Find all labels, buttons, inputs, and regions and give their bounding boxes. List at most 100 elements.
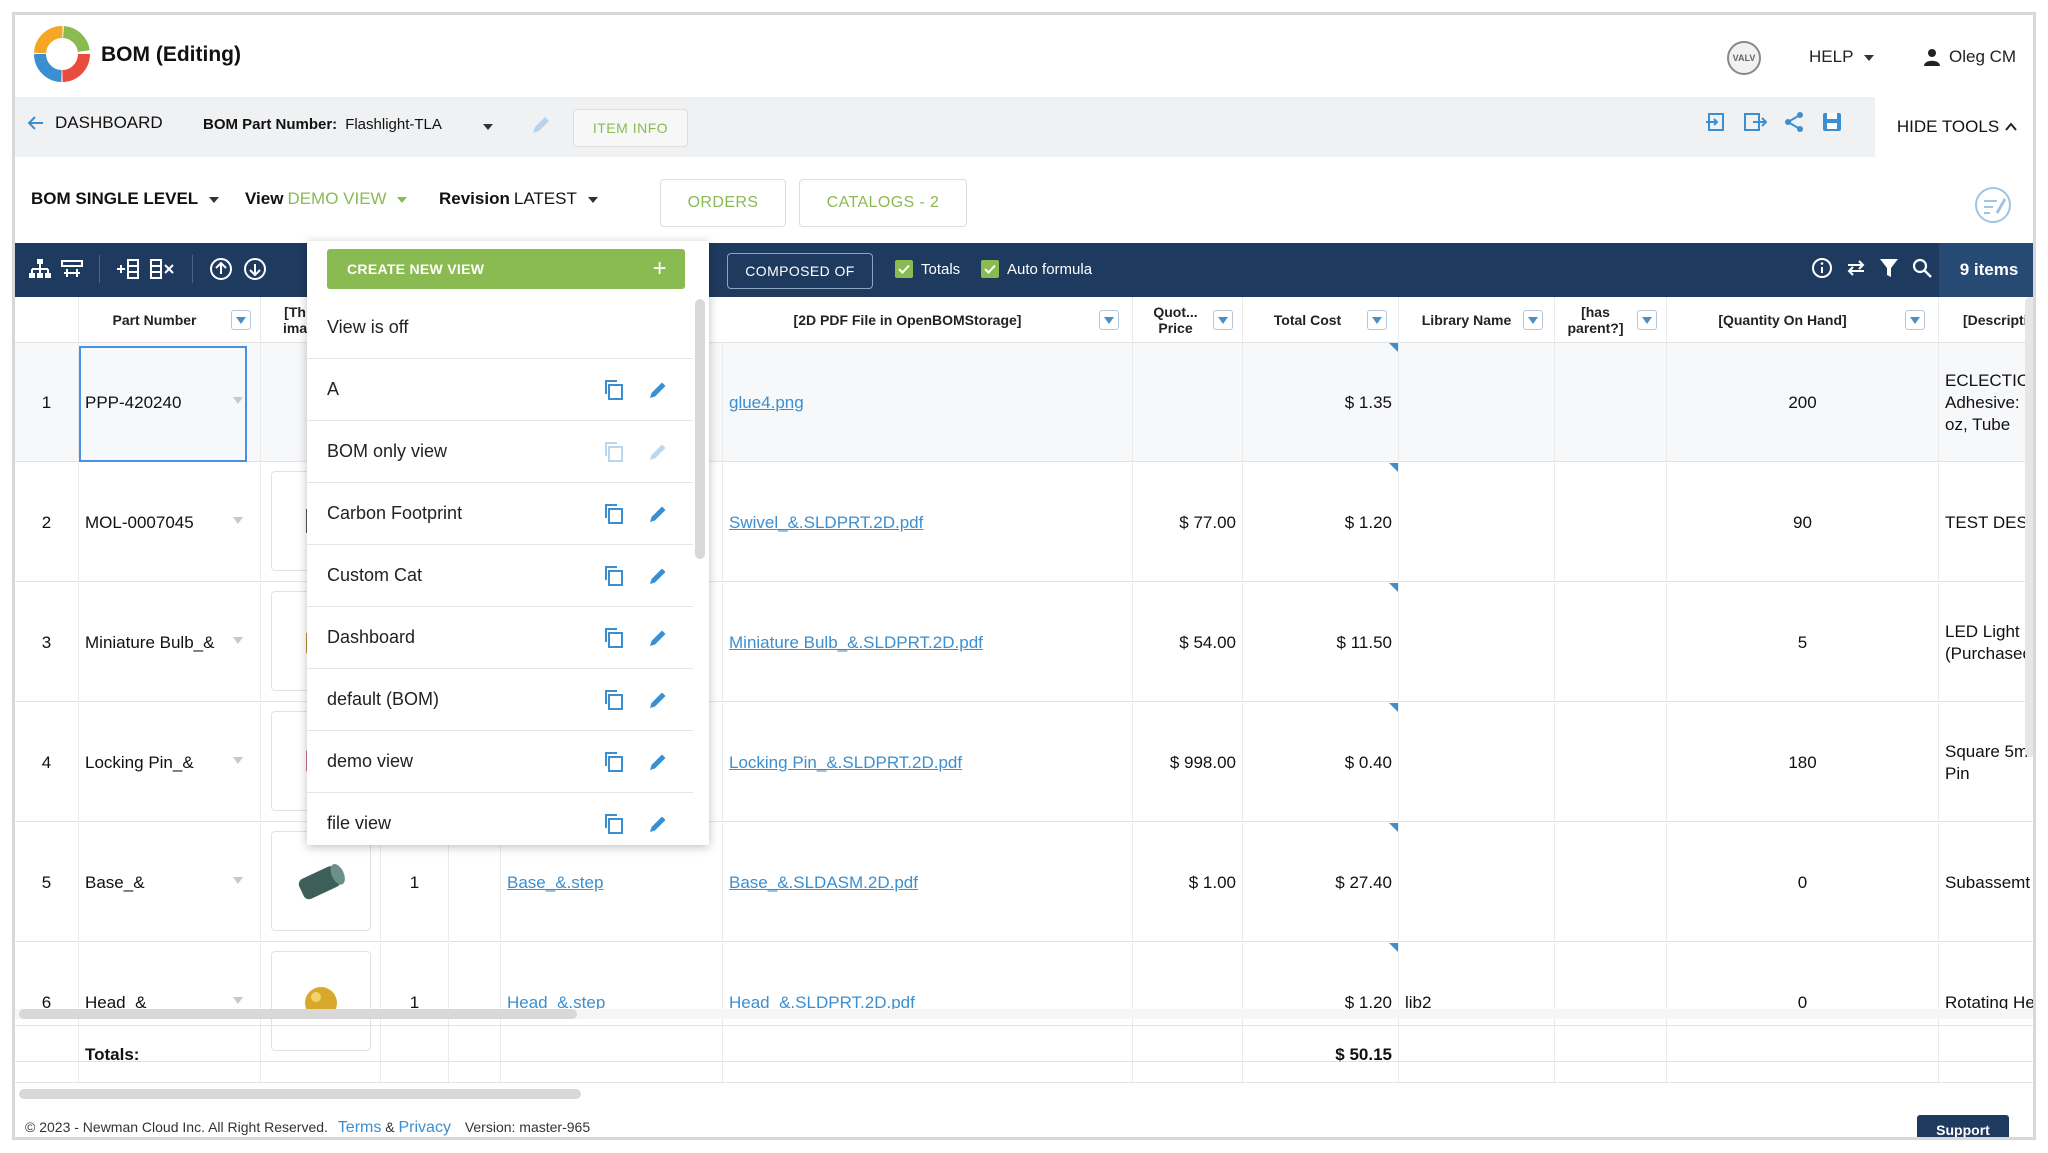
header-total-cost[interactable]: Total Cost bbox=[1243, 297, 1399, 343]
quote-price-cell[interactable]: $ 1.00 bbox=[1133, 823, 1243, 942]
pdf-file-link[interactable]: Miniature Bulb_&.SLDPRT.2D.pdf bbox=[729, 633, 983, 653]
add-row-icon[interactable] bbox=[116, 257, 140, 281]
quote-price-cell[interactable]: $ 77.00 bbox=[1133, 463, 1243, 582]
quote-price-cell[interactable] bbox=[1133, 343, 1243, 462]
export-icon[interactable] bbox=[1743, 111, 1767, 133]
description-cell[interactable]: LED Light E (Purchasec bbox=[1939, 583, 2033, 702]
chevron-down-icon[interactable] bbox=[233, 517, 243, 524]
swap-icon[interactable] bbox=[1845, 257, 1867, 279]
quantity-on-hand-cell[interactable]: 180 bbox=[1667, 703, 1939, 822]
chevron-down-icon[interactable] bbox=[233, 637, 243, 644]
pencil-icon[interactable] bbox=[647, 627, 669, 649]
total-cost-cell[interactable]: $ 1.20 bbox=[1243, 463, 1399, 582]
quantity-on-hand-cell[interactable]: 200 bbox=[1667, 343, 1939, 462]
view-option[interactable]: file view bbox=[307, 793, 693, 845]
view-option[interactable]: Carbon Footprint bbox=[307, 483, 693, 545]
column-filter-icon[interactable] bbox=[1213, 310, 1233, 330]
step-file-link[interactable]: Base_&.step bbox=[507, 873, 603, 893]
view-option[interactable]: BOM only view bbox=[307, 421, 693, 483]
pdf-file-link[interactable]: Swivel_&.SLDPRT.2D.pdf bbox=[729, 513, 923, 533]
description-cell[interactable]: Square 5m Pin bbox=[1939, 703, 2033, 822]
pdf-file-link[interactable]: Base_&.SLDASM.2D.pdf bbox=[729, 873, 918, 893]
part-number-cell[interactable]: MOL-0007045 bbox=[79, 463, 261, 582]
total-cost-cell[interactable]: $ 1.35 bbox=[1243, 343, 1399, 462]
copy-icon[interactable] bbox=[603, 565, 625, 587]
hierarchy-icon[interactable] bbox=[29, 257, 51, 281]
total-cost-cell[interactable]: $ 27.40 bbox=[1243, 823, 1399, 942]
filter-icon[interactable] bbox=[1879, 257, 1899, 279]
column-filter-icon[interactable] bbox=[231, 310, 251, 330]
user-menu[interactable]: Oleg CM bbox=[1923, 47, 2016, 67]
bom-part-number[interactable]: BOM Part Number: Flashlight-TLA bbox=[203, 116, 442, 133]
tab-orders[interactable]: ORDERS bbox=[660, 179, 786, 227]
pencil-icon[interactable] bbox=[647, 565, 669, 587]
header-pdf[interactable]: [2D PDF File in OpenBOMStorage] bbox=[723, 297, 1133, 343]
has-parent-cell[interactable] bbox=[1555, 583, 1667, 702]
quantity-on-hand-cell[interactable]: 5 bbox=[1667, 583, 1939, 702]
info-icon[interactable] bbox=[1811, 257, 1833, 279]
library-name-cell[interactable] bbox=[1399, 823, 1555, 942]
pencil-icon[interactable] bbox=[647, 441, 669, 463]
description-cell[interactable]: ECLECTIC (Adhesive: Eoz, Tube bbox=[1939, 343, 2033, 462]
part-number-cell[interactable]: Miniature Bulb_& bbox=[79, 583, 261, 702]
pencil-icon[interactable] bbox=[647, 751, 669, 773]
share-icon[interactable] bbox=[1783, 111, 1805, 133]
import-icon[interactable] bbox=[1705, 111, 1727, 133]
pdf-file-cell[interactable]: Swivel_&.SLDPRT.2D.pdf bbox=[723, 463, 1133, 582]
move-down-icon[interactable] bbox=[243, 257, 267, 281]
quote-price-cell[interactable]: $ 54.00 bbox=[1133, 583, 1243, 702]
quantity-on-hand-cell[interactable]: 0 bbox=[1667, 823, 1939, 942]
tab-catalogs[interactable]: CATALOGS - 2 bbox=[799, 179, 967, 227]
pdf-file-cell[interactable]: Base_&.SLDASM.2D.pdf bbox=[723, 823, 1133, 942]
quantity-on-hand-cell[interactable]: 90 bbox=[1667, 463, 1939, 582]
view-option[interactable]: Custom Cat bbox=[307, 545, 693, 607]
item-info-button[interactable]: ITEM INFO bbox=[573, 109, 688, 147]
column-filter-icon[interactable] bbox=[1523, 310, 1543, 330]
scrollbar-thumb[interactable] bbox=[19, 1089, 581, 1099]
description-cell[interactable]: TEST DESC bbox=[1939, 463, 2033, 582]
pencil-icon[interactable] bbox=[647, 689, 669, 711]
total-cost-cell[interactable]: $ 0.40 bbox=[1243, 703, 1399, 822]
has-parent-cell[interactable] bbox=[1555, 463, 1667, 582]
help-menu[interactable]: HELP bbox=[1809, 47, 1874, 67]
totals-checkbox[interactable]: Totals bbox=[895, 260, 960, 278]
column-filter-icon[interactable] bbox=[1099, 310, 1119, 330]
chevron-down-icon[interactable] bbox=[233, 757, 243, 764]
chevron-down-icon[interactable] bbox=[233, 877, 243, 884]
chevron-down-icon[interactable] bbox=[483, 124, 493, 130]
search-icon[interactable] bbox=[1911, 257, 1933, 279]
pdf-file-link[interactable]: glue4.png bbox=[729, 393, 804, 413]
copy-icon[interactable] bbox=[603, 441, 625, 463]
save-icon[interactable] bbox=[1821, 111, 1843, 133]
has-parent-cell[interactable] bbox=[1555, 823, 1667, 942]
company-badge[interactable]: VALV bbox=[1727, 41, 1761, 75]
column-filter-icon[interactable] bbox=[1905, 310, 1925, 330]
copy-icon[interactable] bbox=[603, 751, 625, 773]
library-name-cell[interactable] bbox=[1399, 463, 1555, 582]
totals-horizontal-scrollbar[interactable] bbox=[15, 1089, 2033, 1099]
create-new-view-button[interactable]: CREATE NEW VIEW + bbox=[327, 249, 685, 289]
terms-link[interactable]: Terms bbox=[338, 1119, 382, 1136]
flat-view-icon[interactable] bbox=[61, 257, 83, 281]
back-to-dashboard[interactable]: DASHBOARD bbox=[27, 113, 163, 133]
has-parent-cell[interactable] bbox=[1555, 343, 1667, 462]
header-description[interactable]: [Descripti bbox=[1939, 297, 2033, 343]
notes-icon[interactable] bbox=[1973, 185, 2013, 225]
copy-icon[interactable] bbox=[603, 813, 625, 835]
copy-icon[interactable] bbox=[603, 379, 625, 401]
quote-price-cell[interactable]: $ 998.00 bbox=[1133, 703, 1243, 822]
header-quote-price[interactable]: Quot... Price bbox=[1133, 297, 1243, 343]
column-filter-icon[interactable] bbox=[1637, 310, 1657, 330]
pencil-icon[interactable] bbox=[647, 503, 669, 525]
view-option[interactable]: Dashboard bbox=[307, 607, 693, 669]
view-option[interactable]: A bbox=[307, 359, 693, 421]
view-select[interactable]: View DEMO VIEW bbox=[245, 189, 408, 209]
chevron-down-icon[interactable] bbox=[233, 997, 243, 1004]
description-cell[interactable]: Subassemt bbox=[1939, 823, 2033, 942]
auto-formula-checkbox[interactable]: Auto formula bbox=[981, 260, 1092, 278]
horizontal-scrollbar[interactable] bbox=[15, 1009, 2033, 1019]
bom-mode-select[interactable]: BOM SINGLE LEVEL bbox=[31, 189, 219, 209]
has-parent-cell[interactable] bbox=[1555, 703, 1667, 822]
total-cost-cell[interactable]: $ 11.50 bbox=[1243, 583, 1399, 702]
pencil-icon[interactable] bbox=[647, 379, 669, 401]
